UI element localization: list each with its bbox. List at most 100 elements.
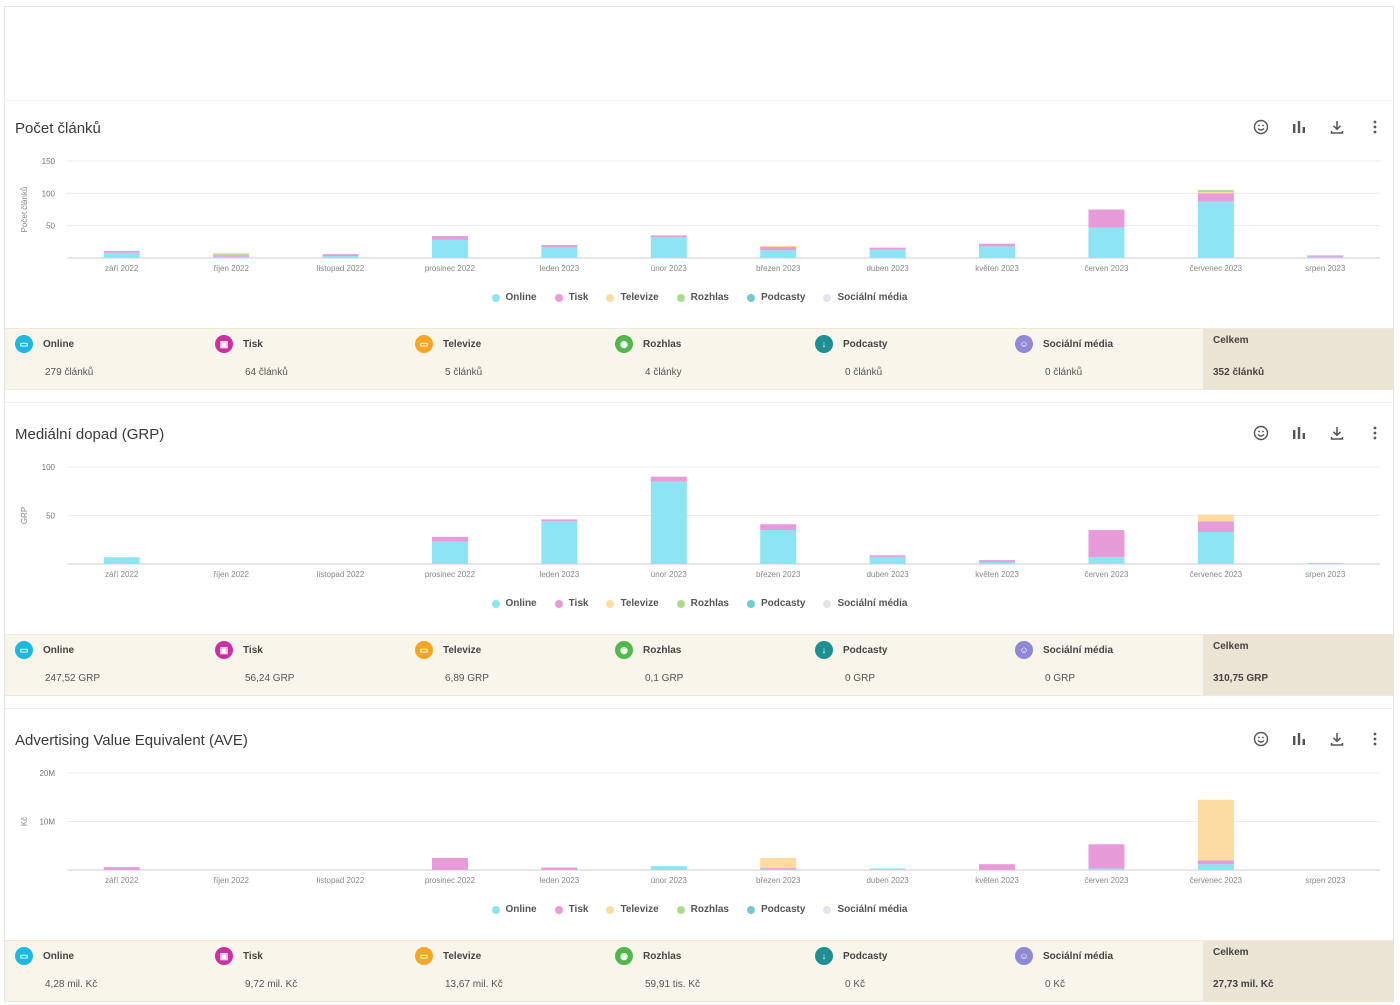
bar-segment[interactable] <box>869 557 906 564</box>
bar-segment[interactable] <box>979 243 1016 247</box>
bar-chart-icon[interactable] <box>1290 728 1308 750</box>
bar-segment[interactable] <box>322 254 359 257</box>
more-vertical-icon[interactable] <box>1366 728 1384 750</box>
legend-item[interactable]: Rozhlas <box>676 292 729 303</box>
legend-item[interactable]: Online <box>491 904 537 915</box>
bar-segment[interactable] <box>541 519 578 522</box>
bar-segment[interactable] <box>213 256 250 258</box>
legend-item[interactable]: Televize <box>606 598 659 609</box>
bar-segment[interactable] <box>869 868 906 870</box>
bar-segment[interactable] <box>431 239 468 258</box>
bar-segment[interactable] <box>1197 192 1234 194</box>
bar-segment[interactable] <box>1088 227 1125 258</box>
summary-column: ▣ Tisk 64 článků <box>215 329 405 389</box>
bar-segment[interactable] <box>322 256 359 258</box>
bar-segment[interactable] <box>213 253 250 255</box>
bar-segment[interactable] <box>760 868 797 870</box>
smiley-icon[interactable] <box>1252 422 1270 444</box>
legend-item[interactable]: Online <box>491 598 537 609</box>
bar-segment[interactable] <box>760 245 797 248</box>
x-tick-label: březen 2023 <box>756 264 801 273</box>
bar-segment[interactable] <box>1307 563 1344 565</box>
more-vertical-icon[interactable] <box>1366 116 1384 138</box>
media-type-icon: ↓ <box>815 641 833 659</box>
bar-segment[interactable] <box>869 247 906 250</box>
bar-chart-icon[interactable] <box>1290 422 1308 444</box>
bar-segment[interactable] <box>650 476 687 482</box>
bar-segment[interactable] <box>103 252 140 258</box>
bar-segment[interactable] <box>1307 255 1344 257</box>
bar-segment[interactable] <box>869 555 906 558</box>
bar-segment[interactable] <box>1197 201 1234 258</box>
bar-segment[interactable] <box>431 536 468 542</box>
bar-segment[interactable] <box>979 864 1016 870</box>
legend-item[interactable]: Sociální média <box>823 598 907 609</box>
bar-segment[interactable] <box>650 235 687 238</box>
bar-segment[interactable] <box>541 245 578 248</box>
bar-segment[interactable] <box>541 247 578 258</box>
bar-segment[interactable] <box>979 560 1016 563</box>
legend-item[interactable]: Sociální média <box>823 904 907 915</box>
bar-chart-icon[interactable] <box>1290 116 1308 138</box>
legend-item[interactable]: Rozhlas <box>676 598 729 609</box>
bar-segment[interactable] <box>760 247 797 251</box>
bar-segment[interactable] <box>431 857 468 870</box>
bar-segment[interactable] <box>1088 209 1125 228</box>
bar-segment[interactable] <box>979 562 1016 564</box>
bar-segment[interactable] <box>1197 799 1234 861</box>
download-icon[interactable] <box>1328 728 1346 750</box>
bar-segment[interactable] <box>760 530 797 564</box>
download-icon[interactable] <box>1328 422 1346 444</box>
bar-segment[interactable] <box>1088 868 1125 870</box>
bar-segment[interactable] <box>650 481 687 564</box>
bar-segment[interactable] <box>541 521 578 564</box>
summary-label: Televize <box>443 950 482 962</box>
bar-segment[interactable] <box>431 236 468 240</box>
legend-item[interactable]: Sociální média <box>823 292 907 303</box>
bar-segment[interactable] <box>103 867 140 870</box>
bar-segment[interactable] <box>1197 514 1234 522</box>
bar-segment[interactable] <box>1088 557 1125 564</box>
legend-item[interactable]: Tisk <box>554 598 588 609</box>
download-icon[interactable] <box>1328 116 1346 138</box>
legend-item[interactable]: Online <box>491 292 537 303</box>
smiley-icon[interactable] <box>1252 116 1270 138</box>
legend-item[interactable]: Televize <box>606 904 659 915</box>
legend-label: Rozhlas <box>690 904 729 915</box>
bar-segment[interactable] <box>760 524 797 531</box>
bar-segment[interactable] <box>1197 864 1234 870</box>
summary-value: 0 článků <box>1045 367 1083 378</box>
media-type-icon: ↓ <box>815 947 833 965</box>
bar-segment[interactable] <box>541 867 578 870</box>
legend-label: Tisk <box>568 904 589 915</box>
legend-item[interactable]: Rozhlas <box>676 904 729 915</box>
more-vertical-icon[interactable] <box>1366 422 1384 444</box>
legend-item[interactable]: Tisk <box>554 904 589 915</box>
bar-segment[interactable] <box>650 237 687 258</box>
bar-segment[interactable] <box>103 250 140 253</box>
bar-segment[interactable] <box>1088 530 1125 558</box>
bar-segment[interactable] <box>1197 860 1234 865</box>
bar-segment[interactable] <box>1197 521 1234 532</box>
bar-segment[interactable] <box>1197 190 1234 193</box>
bar-segment[interactable] <box>650 866 687 870</box>
summary-label: Rozhlas <box>643 644 682 656</box>
legend-label: Sociální média <box>837 904 908 915</box>
bar-segment[interactable] <box>760 857 797 869</box>
section-divider <box>5 402 1394 403</box>
bar-segment[interactable] <box>1197 193 1234 202</box>
bar-segment[interactable] <box>103 557 140 564</box>
legend-item[interactable]: Tisk <box>554 292 588 303</box>
y-tick-label: 100 <box>42 189 56 198</box>
legend-item[interactable]: Podcasty <box>746 292 805 303</box>
bar-segment[interactable] <box>869 249 906 258</box>
legend-item[interactable]: Televize <box>606 292 659 303</box>
legend-item[interactable]: Podcasty <box>746 598 805 609</box>
smiley-icon[interactable] <box>1252 728 1270 750</box>
bar-segment[interactable] <box>760 250 797 258</box>
bar-segment[interactable] <box>1088 844 1125 869</box>
bar-segment[interactable] <box>979 246 1016 258</box>
legend-item[interactable]: Podcasty <box>746 904 805 915</box>
bar-segment[interactable] <box>1197 531 1234 564</box>
bar-segment[interactable] <box>431 541 468 564</box>
